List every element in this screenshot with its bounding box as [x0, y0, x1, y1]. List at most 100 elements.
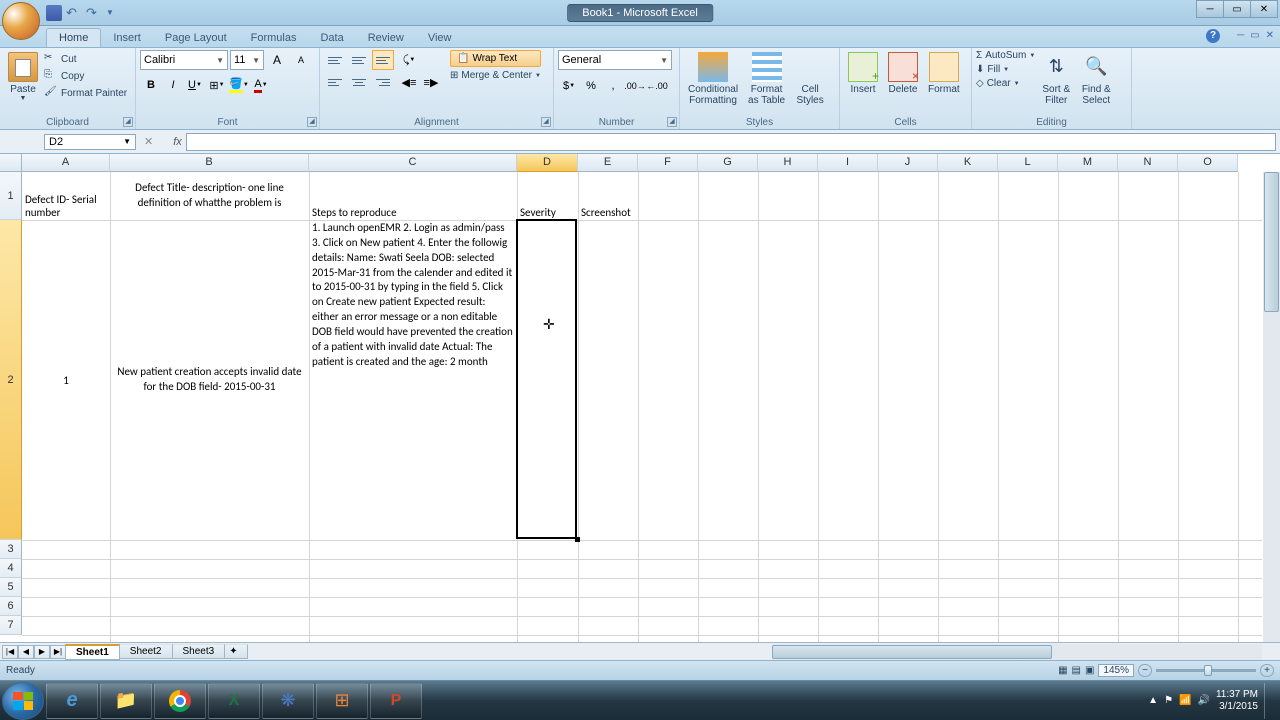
delete-cells-button[interactable]: ×Delete [884, 50, 922, 97]
insert-cells-button[interactable]: +Insert [844, 50, 882, 97]
prev-sheet-button[interactable]: ◀ [18, 645, 34, 659]
decrease-indent-button[interactable]: ◀≡ [398, 72, 420, 92]
first-sheet-button[interactable]: |◀ [2, 645, 18, 659]
page-break-view-icon[interactable]: ▣ [1085, 665, 1094, 676]
col-header-J[interactable]: J [878, 154, 938, 172]
clear-button[interactable]: ◇Clear▼ [976, 78, 1035, 89]
italic-button[interactable]: I [162, 75, 184, 95]
align-top-button[interactable] [324, 50, 346, 70]
volume-icon[interactable]: 🔊 [1197, 695, 1209, 706]
copy-button[interactable]: ⎘Copy [44, 69, 127, 83]
alignment-launcher[interactable]: ◢ [541, 117, 551, 127]
conditional-formatting-button[interactable]: Conditional Formatting [684, 50, 742, 108]
border-button[interactable]: ⊞▼ [206, 75, 228, 95]
tab-home[interactable]: Home [46, 28, 101, 47]
col-header-H[interactable]: H [758, 154, 818, 172]
align-left-button[interactable] [324, 72, 346, 92]
maximize-button[interactable]: ▭ [1223, 0, 1251, 18]
network-icon[interactable]: 📶 [1179, 695, 1191, 706]
taskbar-excel[interactable]: X [208, 683, 260, 719]
cell-C2[interactable]: 1. Launch openEMR 2. Login as admin/pass… [309, 220, 517, 540]
row-header-4[interactable]: 4 [0, 559, 22, 578]
tab-data[interactable]: Data [308, 29, 355, 47]
qat-dropdown-icon[interactable]: ▼ [106, 8, 114, 17]
normal-view-icon[interactable]: ▦ [1058, 665, 1067, 676]
close-button[interactable]: ✕ [1250, 0, 1278, 18]
page-layout-view-icon[interactable]: ▤ [1072, 665, 1081, 676]
vscroll-thumb[interactable] [1264, 172, 1279, 312]
taskbar-app1[interactable]: ❋ [262, 683, 314, 719]
taskbar-explorer[interactable]: 📁 [100, 683, 152, 719]
col-header-D[interactable]: D [517, 154, 578, 172]
clipboard-launcher[interactable]: ◢ [123, 117, 133, 127]
fill-button[interactable]: ⬇Fill▼ [976, 64, 1035, 75]
row-header-2[interactable]: 2 [0, 220, 22, 540]
font-size-combo[interactable]: 11▼ [230, 50, 264, 70]
row-header-3[interactable]: 3 [0, 540, 22, 559]
increase-indent-button[interactable]: ≡▶ [420, 72, 442, 92]
align-middle-button[interactable] [348, 50, 370, 70]
tab-view[interactable]: View [416, 29, 464, 47]
align-bottom-button[interactable] [372, 50, 394, 70]
show-desktop-button[interactable] [1264, 683, 1274, 719]
zoom-slider[interactable] [1156, 669, 1256, 672]
col-header-A[interactable]: A [22, 154, 110, 172]
minimize-ribbon-icon[interactable]: ─ [1237, 30, 1244, 41]
close-workbook-icon[interactable]: ✕ [1266, 30, 1274, 41]
grow-font-button[interactable]: A [266, 50, 288, 70]
col-header-O[interactable]: O [1178, 154, 1238, 172]
spreadsheet-grid[interactable]: ABCDEFGHIJKLMNO 1234567 Defect ID- Seria… [0, 154, 1280, 642]
row-header-6[interactable]: 6 [0, 597, 22, 616]
currency-button[interactable]: $▼ [558, 76, 580, 96]
tab-insert[interactable]: Insert [101, 29, 153, 47]
cut-button[interactable]: ✂Cut [44, 52, 127, 66]
select-all-corner[interactable] [0, 154, 22, 172]
cell-B2[interactable]: New patient creation accepts invalid dat… [110, 220, 309, 540]
zoom-out-button[interactable]: − [1138, 664, 1152, 677]
save-icon[interactable] [46, 5, 62, 21]
format-painter-button[interactable]: 🖌Format Painter [44, 86, 127, 100]
format-cells-button[interactable]: Format [924, 50, 964, 97]
sheet-tab-2[interactable]: Sheet2 [119, 644, 173, 659]
cell-C1[interactable]: Steps to reproduce [309, 172, 517, 220]
find-select-button[interactable]: 🔍Find & Select [1077, 50, 1115, 108]
restore-window-icon[interactable]: ▭ [1250, 30, 1259, 41]
taskbar-ie[interactable]: e [46, 683, 98, 719]
last-sheet-button[interactable]: ▶| [50, 645, 66, 659]
shrink-font-button[interactable]: A [290, 50, 312, 70]
cell-B1[interactable]: Defect Title- description- one line defi… [110, 172, 309, 220]
sheet-tab-1[interactable]: Sheet1 [65, 644, 120, 660]
cell-styles-button[interactable]: Cell Styles [791, 50, 829, 108]
office-button[interactable] [2, 2, 40, 40]
font-color-button[interactable]: A▼ [250, 75, 272, 95]
fill-handle[interactable] [575, 537, 580, 542]
format-as-table-button[interactable]: Format as Table [744, 50, 789, 108]
show-hidden-icons[interactable]: ▲ [1148, 695, 1158, 706]
tab-formulas[interactable]: Formulas [239, 29, 309, 47]
fill-color-button[interactable]: 🪣▼ [228, 75, 250, 95]
col-header-C[interactable]: C [309, 154, 517, 172]
font-name-combo[interactable]: Calibri▼ [140, 50, 228, 70]
wrap-text-button[interactable]: 📋Wrap Text [450, 50, 541, 67]
hscroll-thumb[interactable] [772, 645, 1052, 659]
cell-D1[interactable]: Severity [517, 172, 578, 220]
new-sheet-button[interactable]: ✦ [224, 644, 248, 659]
tab-page-layout[interactable]: Page Layout [153, 29, 239, 47]
fx-icon[interactable]: fx [173, 136, 182, 148]
col-header-K[interactable]: K [938, 154, 998, 172]
tray-icon[interactable]: ⚑ [1164, 695, 1173, 706]
font-launcher[interactable]: ◢ [307, 117, 317, 127]
row-header-7[interactable]: 7 [0, 616, 22, 635]
cell-E1[interactable]: Screenshot [578, 172, 638, 220]
vertical-scrollbar[interactable] [1263, 172, 1280, 642]
col-header-I[interactable]: I [818, 154, 878, 172]
row-header-5[interactable]: 5 [0, 578, 22, 597]
formula-input[interactable] [186, 133, 1276, 151]
next-sheet-button[interactable]: ▶ [34, 645, 50, 659]
increase-decimal-button[interactable]: .00→ [624, 76, 646, 96]
col-header-N[interactable]: N [1118, 154, 1178, 172]
col-header-L[interactable]: L [998, 154, 1058, 172]
number-launcher[interactable]: ◢ [667, 117, 677, 127]
taskbar-powerpoint[interactable]: P [370, 683, 422, 719]
zoom-in-button[interactable]: + [1260, 664, 1274, 677]
